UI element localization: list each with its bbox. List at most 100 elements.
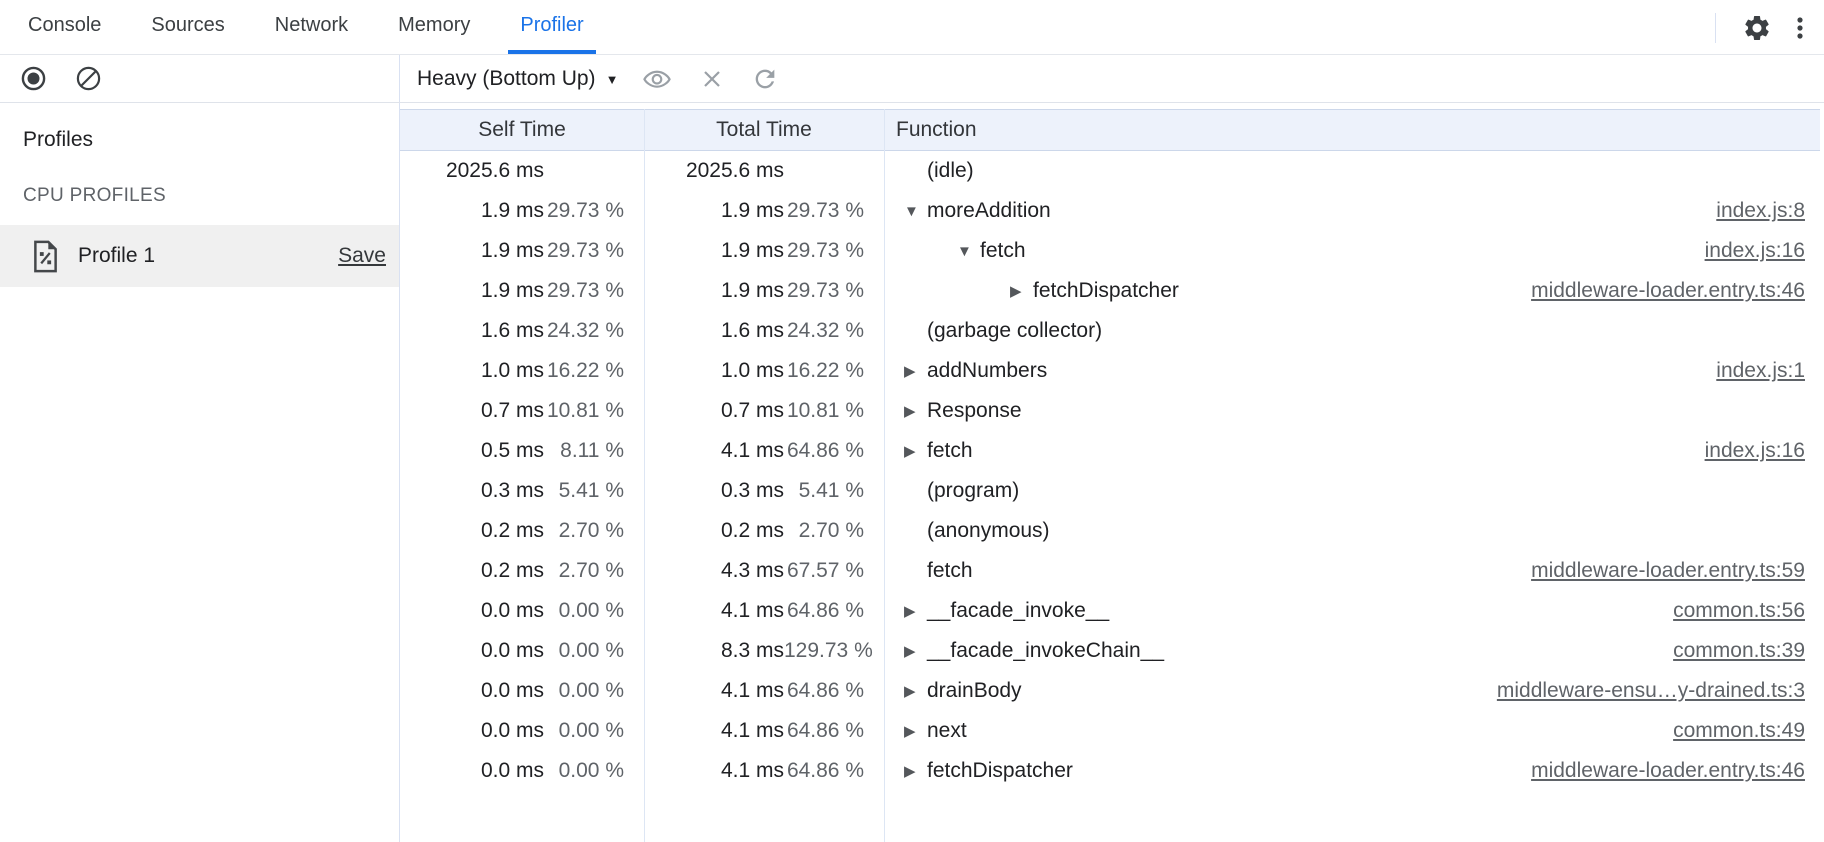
total-time-ms: 0.7 ms [644, 399, 784, 423]
record-icon[interactable] [17, 62, 50, 95]
function-cell: ▶fetchDispatchermiddleware-loader.entry.… [884, 751, 1824, 791]
function-name: (program) [927, 479, 1019, 503]
total-time-pct: 64.86 % [784, 759, 884, 783]
self-time-cell: 0.2 ms2.70 % [400, 551, 644, 591]
source-link[interactable]: middleware-loader.entry.ts:46 [1531, 279, 1824, 303]
source-link[interactable]: index.js:16 [1705, 239, 1824, 263]
profile-table-row[interactable]: 0.2 ms2.70 %4.3 ms67.57 %fetchmiddleware… [400, 551, 1824, 591]
function-cell: ▶fetchindex.js:16 [884, 431, 1824, 471]
column-divider-1 [644, 109, 645, 842]
tab-profiler[interactable]: Profiler [508, 0, 595, 54]
source-link[interactable]: index.js:16 [1705, 439, 1824, 463]
expand-right-arrow-icon[interactable]: ▶ [904, 442, 927, 460]
column-header-self-time[interactable]: Self Time [400, 118, 644, 142]
source-link[interactable]: index.js:8 [1716, 199, 1824, 223]
total-time-pct: 129.73 % [784, 639, 884, 663]
total-time-cell: 4.1 ms64.86 % [644, 591, 884, 631]
self-time-cell: 1.9 ms29.73 % [400, 191, 644, 231]
function-name: fetch [980, 239, 1026, 263]
view-mode-dropdown[interactable]: Heavy (Bottom Up) ▼ [417, 67, 618, 91]
total-time-cell: 1.9 ms29.73 % [644, 271, 884, 311]
function-cell: fetchmiddleware-loader.entry.ts:59 [884, 551, 1824, 591]
profile-table-row[interactable]: 0.0 ms0.00 %8.3 ms129.73 %▶__facade_invo… [400, 631, 1824, 671]
profile-table-row[interactable]: 1.9 ms29.73 %1.9 ms29.73 %▶fetchDispatch… [400, 271, 1824, 311]
source-link[interactable]: index.js:1 [1716, 359, 1824, 383]
profile-table-row[interactable]: 1.6 ms24.32 %1.6 ms24.32 %(garbage colle… [400, 311, 1824, 351]
profile-data-grid: Self Time Total Time Function 2025.6 ms2… [400, 103, 1824, 842]
expand-right-arrow-icon[interactable]: ▶ [904, 602, 927, 620]
function-cell: (idle) [884, 151, 1824, 191]
clear-icon[interactable] [72, 62, 105, 95]
eye-icon[interactable] [639, 61, 675, 97]
source-link[interactable]: common.ts:56 [1673, 599, 1824, 623]
self-time-cell: 1.9 ms29.73 % [400, 271, 644, 311]
tab-console[interactable]: Console [16, 0, 113, 54]
expand-right-arrow-icon[interactable]: ▶ [904, 722, 927, 740]
total-time-pct: 16.22 % [784, 359, 884, 383]
profiles-sidebar: Profiles CPU PROFILES Profile 1 Save [0, 103, 400, 842]
profile-table-row[interactable]: 0.0 ms0.00 %4.1 ms64.86 %▶__facade_invok… [400, 591, 1824, 631]
expand-right-arrow-icon[interactable]: ▶ [1010, 282, 1033, 300]
devtools-window: Console Sources Network Memory Profiler [0, 0, 1824, 842]
function-cell: ▶fetchDispatchermiddleware-loader.entry.… [884, 271, 1824, 311]
total-time-cell: 4.3 ms67.57 % [644, 551, 884, 591]
expand-right-arrow-icon[interactable]: ▶ [904, 762, 927, 780]
expand-right-arrow-icon[interactable]: ▶ [904, 642, 927, 660]
refresh-icon[interactable] [749, 63, 781, 95]
expand-right-arrow-icon[interactable]: ▶ [904, 362, 927, 380]
profile-table-row[interactable]: 1.9 ms29.73 %1.9 ms29.73 % ▼moreAddition i… [400, 191, 1824, 231]
profile-table-row[interactable]: 0.0 ms0.00 %4.1 ms64.86 %▶fetchDispatche… [400, 751, 1824, 791]
profile-table-row[interactable]: 0.5 ms8.11 %4.1 ms64.86 %▶fetchindex.js:… [400, 431, 1824, 471]
self-time-ms: 0.2 ms [400, 559, 544, 583]
tab-memory[interactable]: Memory [386, 0, 482, 54]
source-link[interactable]: common.ts:49 [1673, 719, 1824, 743]
function-name: moreAddition [927, 199, 1051, 223]
self-time-ms: 0.7 ms [400, 399, 544, 423]
source-link[interactable]: middleware-loader.entry.ts:59 [1531, 559, 1824, 583]
total-time-ms: 4.1 ms [644, 759, 784, 783]
total-time-cell: 4.1 ms64.86 % [644, 751, 884, 791]
total-time-cell: 2025.6 ms [644, 151, 884, 191]
expand-down-arrow-icon[interactable]: ▼ [957, 243, 980, 260]
source-link[interactable]: middleware-ensu…y-drained.ts:3 [1497, 679, 1824, 703]
function-cell: (garbage collector) [884, 311, 1824, 351]
self-time-ms: 0.3 ms [400, 479, 544, 503]
profile-table-row[interactable]: 0.2 ms2.70 %0.2 ms2.70 %(anonymous) [400, 511, 1824, 551]
self-time-pct: 24.32 % [544, 319, 644, 343]
profile-table-row[interactable]: 1.9 ms29.73 %1.9 ms29.73 %▼fetchindex.js… [400, 231, 1824, 271]
expand-right-arrow-icon[interactable]: ▶ [904, 682, 927, 700]
self-time-cell: 1.6 ms24.32 % [400, 311, 644, 351]
source-link[interactable]: middleware-loader.entry.ts:46 [1531, 759, 1824, 783]
profile-table-row[interactable]: 0.7 ms10.81 %0.7 ms10.81 %▶Response [400, 391, 1824, 431]
self-time-ms: 0.0 ms [400, 679, 544, 703]
kebab-menu-icon[interactable] [1786, 11, 1814, 45]
self-time-ms: 1.9 ms [400, 279, 544, 303]
column-header-function[interactable]: Function [884, 118, 1820, 142]
view-mode-label: Heavy (Bottom Up) [417, 67, 596, 91]
profile-table-row[interactable]: 2025.6 ms2025.6 ms(idle) [400, 151, 1824, 191]
total-time-pct: 64.86 % [784, 599, 884, 623]
tab-bar: Console Sources Network Memory Profiler [0, 0, 1824, 55]
profile-table-row[interactable]: 0.3 ms5.41 %0.3 ms5.41 %(program) [400, 471, 1824, 511]
self-time-pct: 10.81 % [544, 399, 644, 423]
expand-down-arrow-icon[interactable]: ▼ [904, 203, 927, 220]
source-link[interactable]: common.ts:39 [1673, 639, 1824, 663]
view-controls: Heavy (Bottom Up) ▼ [400, 55, 1824, 102]
close-x-icon[interactable] [696, 63, 728, 95]
sidebar-item-profile-1[interactable]: Profile 1 Save [0, 225, 399, 287]
tab-sources[interactable]: Sources [139, 0, 236, 54]
self-time-ms: 1.9 ms [400, 199, 544, 223]
self-time-pct: 29.73 % [544, 199, 644, 223]
expand-right-arrow-icon[interactable]: ▶ [904, 402, 927, 420]
gear-icon[interactable] [1740, 11, 1774, 45]
total-time-pct: 67.57 % [784, 559, 884, 583]
self-time-ms: 0.0 ms [400, 599, 544, 623]
profile-table-row[interactable]: 1.0 ms16.22 %1.0 ms16.22 %▶addNumbersind… [400, 351, 1824, 391]
save-link[interactable]: Save [338, 244, 386, 268]
profile-table-row[interactable]: 0.0 ms0.00 %4.1 ms64.86 %▶drainBodymiddl… [400, 671, 1824, 711]
total-time-ms: 0.3 ms [644, 479, 784, 503]
tab-network[interactable]: Network [263, 0, 360, 54]
profile-table-row[interactable]: 0.0 ms0.00 %4.1 ms64.86 %▶nextcommon.ts:… [400, 711, 1824, 751]
column-header-total-time[interactable]: Total Time [644, 118, 884, 142]
table-header: Self Time Total Time Function [400, 109, 1820, 151]
